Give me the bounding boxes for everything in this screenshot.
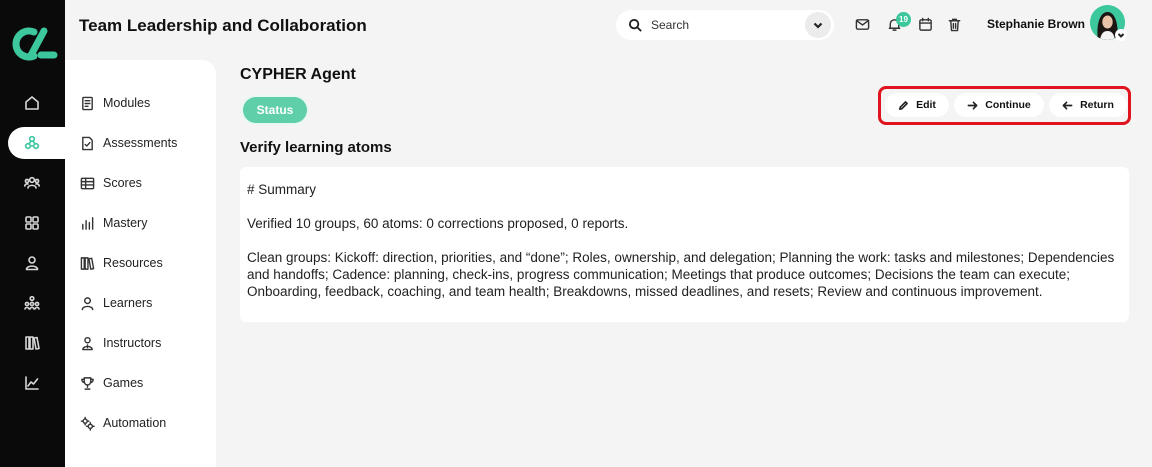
sidebar-item-label: Modules — [103, 96, 151, 110]
search-icon — [628, 18, 642, 32]
summary-heading: # Summary — [247, 182, 317, 197]
sidebar-item-resources[interactable]: Resources — [80, 253, 163, 273]
notification-count-badge: 19 — [896, 12, 911, 27]
scores-icon — [80, 177, 95, 189]
sidebar-item-scores[interactable]: Scores — [80, 173, 142, 193]
sidebar-item-label: Learners — [103, 296, 153, 310]
edit-button[interactable]: Edit — [885, 93, 949, 117]
sidebar-item-label: Assessments — [103, 136, 178, 150]
chevron-down-icon — [813, 22, 823, 29]
users-icon[interactable] — [22, 173, 42, 193]
sidebar-item-label: Mastery — [103, 216, 148, 230]
sidebar-item-learners[interactable]: Learners — [80, 293, 152, 313]
grid-icon[interactable] — [22, 213, 42, 233]
instructors-icon — [82, 336, 93, 350]
search-dropdown-button[interactable] — [805, 12, 831, 38]
edit-button-label: Edit — [916, 99, 936, 111]
sidebar-item-label: Games — [103, 376, 144, 390]
arrow-left-icon — [1062, 100, 1073, 110]
sidebar-item-label: Automation — [103, 416, 167, 430]
user-name[interactable]: Stephanie Brown — [987, 17, 1085, 31]
chevron-down-icon — [1117, 33, 1125, 38]
library-icon[interactable] — [22, 333, 42, 353]
trophy-icon — [81, 376, 94, 390]
user-icon[interactable] — [22, 253, 42, 273]
sidebar-item-instructors[interactable]: Instructors — [80, 333, 161, 353]
trash-icon[interactable] — [947, 17, 963, 33]
resources-icon — [80, 256, 95, 270]
assessments-icon — [82, 136, 93, 150]
summary-line: Clean groups: Kickoff: direction, priori… — [247, 250, 1115, 299]
nav-rail — [0, 0, 65, 467]
sidebar: Modules Assessments Scores Mastery Resou… — [65, 60, 216, 467]
chart-icon[interactable] — [22, 373, 42, 393]
sidebar-item-assessments[interactable]: Assessments — [80, 133, 177, 153]
network-icon[interactable] — [22, 133, 42, 153]
mastery-icon — [82, 216, 94, 230]
arrow-right-icon — [967, 100, 978, 110]
section-title: Verify learning atoms — [240, 139, 392, 156]
search-input[interactable]: Search — [651, 18, 805, 32]
return-button-label: Return — [1080, 99, 1114, 111]
pencil-icon — [899, 100, 908, 110]
mail-icon[interactable] — [855, 17, 871, 33]
search-bar[interactable]: Search — [616, 10, 834, 40]
continue-button-label: Continue — [985, 99, 1031, 111]
agent-title: CYPHER Agent — [240, 66, 356, 83]
sidebar-item-label: Resources — [103, 256, 163, 270]
modules-icon — [82, 96, 93, 110]
sidebar-item-automation[interactable]: Automation — [80, 413, 166, 433]
return-button[interactable]: Return — [1049, 93, 1127, 117]
home-icon[interactable] — [22, 93, 42, 113]
continue-button[interactable]: Continue — [954, 93, 1044, 117]
summary-line: Verified 10 groups, 60 atoms: 0 correcti… — [247, 216, 629, 231]
sidebar-item-games[interactable]: Games — [80, 373, 143, 393]
learners-icon — [81, 296, 94, 310]
summary-card: # Summary Verified 10 groups, 60 atoms: … — [240, 167, 1129, 322]
brand-logo-icon[interactable] — [8, 26, 58, 62]
sidebar-item-label: Scores — [103, 176, 142, 190]
status-button[interactable]: Status — [243, 97, 307, 123]
sidebar-item-label: Instructors — [103, 336, 162, 350]
page-title: Team Leadership and Collaboration — [79, 16, 367, 35]
gears-icon — [80, 416, 95, 431]
sidebar-item-mastery[interactable]: Mastery — [80, 213, 147, 233]
hierarchy-icon[interactable] — [22, 293, 42, 313]
calendar-icon[interactable] — [918, 17, 934, 33]
sidebar-item-modules[interactable]: Modules — [80, 93, 150, 113]
avatar-menu-button[interactable] — [1115, 29, 1127, 41]
